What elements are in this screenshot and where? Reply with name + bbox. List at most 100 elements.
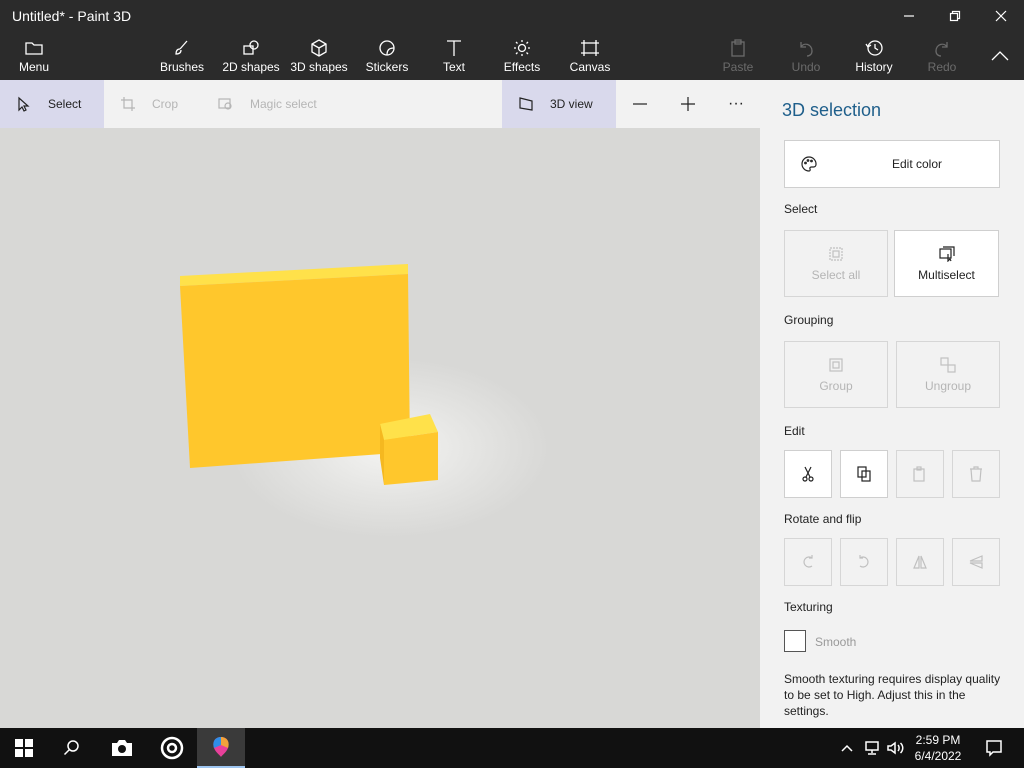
smooth-label: Smooth [815, 635, 857, 649]
history-icon [865, 40, 883, 56]
ribbon: Menu Brushes 2D shapes 3D shapes Sticker… [0, 32, 1024, 80]
brushes-label: Brushes [159, 60, 205, 74]
zoom-in-button[interactable] [676, 80, 700, 128]
edit-color-button[interactable]: Edit color [784, 140, 1000, 188]
system-clock[interactable]: 2:59 PM 6/4/2022 [910, 732, 966, 764]
scene-3d [180, 264, 438, 485]
chevron-up-icon [991, 51, 1009, 61]
redo-button[interactable]: Redo [922, 32, 962, 80]
multiselect-button[interactable]: Multiselect [894, 230, 999, 297]
maximize-button[interactable] [932, 0, 978, 32]
volume-icon [887, 741, 904, 755]
delete-button[interactable] [952, 450, 1000, 498]
scissors-icon [802, 466, 814, 482]
undo-icon [800, 42, 813, 57]
minus-icon [633, 103, 647, 105]
3d-selection-panel: 3D selection Edit color Select Select al… [760, 80, 1024, 728]
multiselect-label: Multiselect [918, 267, 975, 282]
close-button[interactable] [978, 0, 1024, 32]
texturing-section-label: Texturing [784, 600, 833, 614]
smooth-checkbox[interactable] [784, 630, 806, 652]
clock-date: 6/4/2022 [914, 749, 962, 763]
undo-button[interactable]: Undo [786, 32, 826, 80]
group-button[interactable]: Group [784, 341, 888, 408]
flip-horizontal-button[interactable] [952, 538, 1000, 586]
network-button[interactable] [860, 728, 884, 768]
select-all-button[interactable]: Select all [784, 230, 888, 297]
rotate-right-button[interactable] [840, 538, 888, 586]
paste-button[interactable]: Paste [718, 32, 758, 80]
cursor-icon [18, 96, 30, 112]
text-label: Text [442, 60, 465, 74]
sticker-icon [379, 40, 395, 56]
groove-music-icon [160, 736, 184, 760]
select-tool[interactable]: Select [0, 80, 104, 128]
multiselect-icon [938, 245, 955, 262]
panel-title: 3D selection [782, 100, 882, 120]
flip-vertical-button[interactable] [896, 538, 944, 586]
large-cube-front[interactable] [180, 274, 410, 468]
search-icon [63, 740, 79, 756]
paste-label: Paste [722, 60, 754, 74]
smooth-texturing-note: Smooth texturing requires display qualit… [784, 672, 1001, 718]
shapes-3d-button[interactable]: 3D shapes [290, 32, 348, 80]
stickers-button[interactable]: Stickers [364, 32, 410, 80]
brushes-button[interactable]: Brushes [158, 32, 206, 80]
magic-select-tool[interactable]: Magic select [218, 80, 338, 128]
search-button[interactable] [48, 728, 96, 768]
network-icon [865, 741, 879, 755]
magic-select-icon [218, 98, 232, 110]
canvas-area[interactable] [0, 128, 760, 728]
plus-icon [681, 97, 695, 111]
show-hidden-icons-button[interactable] [834, 728, 860, 768]
rotate-section-label: Rotate and flip [784, 512, 862, 526]
shapes-3d-label: 3D shapes [290, 60, 348, 74]
zoom-out-button[interactable] [628, 80, 652, 128]
notification-icon [986, 740, 1002, 757]
undo-label: Undo [791, 60, 821, 74]
start-button[interactable] [0, 728, 48, 768]
text-button[interactable]: Text [438, 32, 470, 80]
shapes-2d-button[interactable]: 2D shapes [222, 32, 280, 80]
canvas-icon [581, 40, 599, 56]
collapse-ribbon-button[interactable] [986, 32, 1014, 80]
rotate-left-button[interactable] [784, 538, 832, 586]
edit-section-label: Edit [784, 424, 805, 438]
canvas-button[interactable]: Canvas [568, 32, 612, 80]
chevron-up-icon [841, 744, 853, 752]
title-bar: Untitled* - Paint 3D [0, 0, 1024, 32]
menu-button[interactable]: Menu [14, 32, 54, 80]
volume-button[interactable] [884, 728, 908, 768]
small-cube-front[interactable] [384, 432, 438, 485]
rotate-left-icon [803, 555, 813, 568]
sun-icon [514, 40, 530, 56]
minimize-button[interactable] [886, 0, 932, 32]
close-icon [995, 10, 1007, 22]
toolbar: Select Crop Magic select 3D view ··· [0, 80, 760, 128]
more-icon: ··· [728, 95, 744, 112]
edit-color-label: Edit color [892, 157, 943, 171]
shapes-2d-label: 2D shapes [222, 60, 280, 74]
canvas-label: Canvas [569, 60, 611, 74]
paint3d-icon [213, 737, 229, 757]
grouping-section-label: Grouping [784, 313, 834, 327]
effects-button[interactable]: Effects [502, 32, 542, 80]
crop-icon [121, 97, 135, 111]
copy-button[interactable] [840, 450, 888, 498]
flip-horizontal-icon [969, 555, 983, 569]
3d-view-icon [519, 97, 533, 111]
taskbar-camera-app[interactable] [98, 728, 146, 768]
ungroup-label: Ungroup [924, 378, 972, 393]
paste-icon [731, 39, 745, 57]
window-title: Untitled* - Paint 3D [12, 8, 132, 24]
taskbar-paint3d-app[interactable] [197, 728, 245, 768]
crop-tool[interactable]: Crop [120, 80, 200, 128]
history-button[interactable]: History [850, 32, 898, 80]
action-center-button[interactable] [970, 728, 1018, 768]
3d-view-toggle[interactable]: 3D view [502, 80, 616, 128]
more-options-button[interactable]: ··· [724, 80, 748, 128]
cut-button[interactable] [784, 450, 832, 498]
taskbar-groove-app[interactable] [148, 728, 196, 768]
ungroup-button[interactable]: Ungroup [896, 341, 1000, 408]
paste-panel-button[interactable] [896, 450, 944, 498]
